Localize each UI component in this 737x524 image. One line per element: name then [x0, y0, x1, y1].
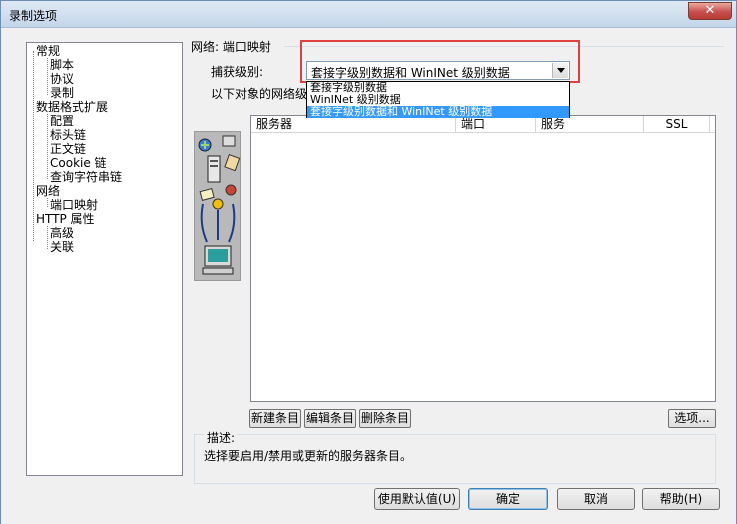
delete-entry-button[interactable]: 删除条目	[359, 409, 411, 428]
capture-level-dropdown[interactable]: 套接字级别数据 WinINet 级别数据 套接字级别数据和 WinINet 级别…	[306, 81, 570, 118]
tree-item-data-format-extension[interactable]: 数据格式扩展	[36, 100, 108, 114]
highlight-annotation	[300, 40, 580, 83]
use-defaults-button[interactable]: 使用默认值(U)	[374, 488, 460, 510]
column-header-server[interactable]: 服务器	[251, 116, 456, 132]
close-button[interactable]: ✕	[688, 2, 732, 20]
dropdown-option-socket-and-wininet[interactable]: 套接字级别数据和 WinINet 级别数据	[307, 106, 569, 118]
tree-item-general[interactable]: 常规	[36, 44, 60, 58]
tree-item-body-chain[interactable]: 正文链	[50, 142, 86, 156]
tree-item-advanced[interactable]: 高级	[50, 226, 74, 240]
tree-item-script[interactable]: 脚本	[50, 58, 74, 72]
column-header-port[interactable]: 端口	[456, 116, 536, 132]
tree-connector	[47, 114, 48, 179]
server-entries-table[interactable]: 服务器 端口 服务 SSL	[250, 115, 716, 402]
column-header-ssl[interactable]: SSL	[644, 116, 710, 132]
description-text: 选择要启用/禁用或更新的服务器条目。	[204, 449, 413, 463]
network-diagram-icon	[198, 135, 241, 275]
capture-level-label: 捕获级别:	[211, 65, 264, 79]
dialog-body: 常规 脚本 协议 录制 数据格式扩展 配置 标头链 正文链 Cookie 链 查…	[1, 29, 736, 524]
tree-item-correlation[interactable]: 关联	[50, 240, 74, 254]
tree-item-header-chain[interactable]: 标头链	[50, 128, 86, 142]
ok-button[interactable]: 确定	[468, 488, 548, 510]
edit-entry-button[interactable]: 编辑条目	[304, 409, 356, 428]
tree-item-http-properties[interactable]: HTTP 属性	[36, 212, 95, 226]
dropdown-option-wininet[interactable]: WinINet 级别数据	[307, 94, 569, 106]
group-title: 网络: 端口映射	[191, 38, 274, 55]
window-title: 录制选项	[9, 9, 58, 23]
recording-options-dialog: 录制选项 ✕ 常规 脚本 协议 录制 数据格式扩展 配置 标头链 正文链 Coo…	[0, 0, 737, 524]
tree-connector	[47, 58, 48, 95]
tree-connector	[47, 198, 48, 207]
options-tree[interactable]: 常规 脚本 协议 录制 数据格式扩展 配置 标头链 正文链 Cookie 链 查…	[26, 42, 183, 476]
tree-item-query-string-chain[interactable]: 查询字符串链	[50, 170, 122, 184]
objects-label: 以下对象的网络级	[211, 87, 308, 101]
description-title: 描述:	[204, 429, 239, 446]
column-header-service[interactable]: 服务	[536, 116, 644, 132]
new-entry-button[interactable]: 新建条目	[249, 409, 301, 428]
network-icons-panel	[194, 131, 241, 281]
tree-item-protocol[interactable]: 协议	[50, 72, 74, 86]
cancel-button[interactable]: 取消	[557, 488, 635, 510]
title-bar: 录制选项 ✕	[1, 1, 736, 28]
dropdown-option-socket[interactable]: 套接字级别数据	[307, 82, 569, 94]
tree-connector	[47, 226, 48, 249]
tree-item-config[interactable]: 配置	[50, 114, 74, 128]
help-button[interactable]: 帮助(H)	[642, 488, 720, 510]
tree-item-port-mapping[interactable]: 端口映射	[50, 198, 98, 212]
table-header: 服务器 端口 服务 SSL	[251, 116, 715, 133]
tree-item-cookie-chain[interactable]: Cookie 链	[50, 156, 107, 170]
tree-connector	[33, 51, 34, 241]
tree-item-network[interactable]: 网络	[36, 184, 60, 198]
options-button[interactable]: 选项...	[668, 409, 716, 428]
tree-item-recording[interactable]: 录制	[50, 86, 74, 100]
